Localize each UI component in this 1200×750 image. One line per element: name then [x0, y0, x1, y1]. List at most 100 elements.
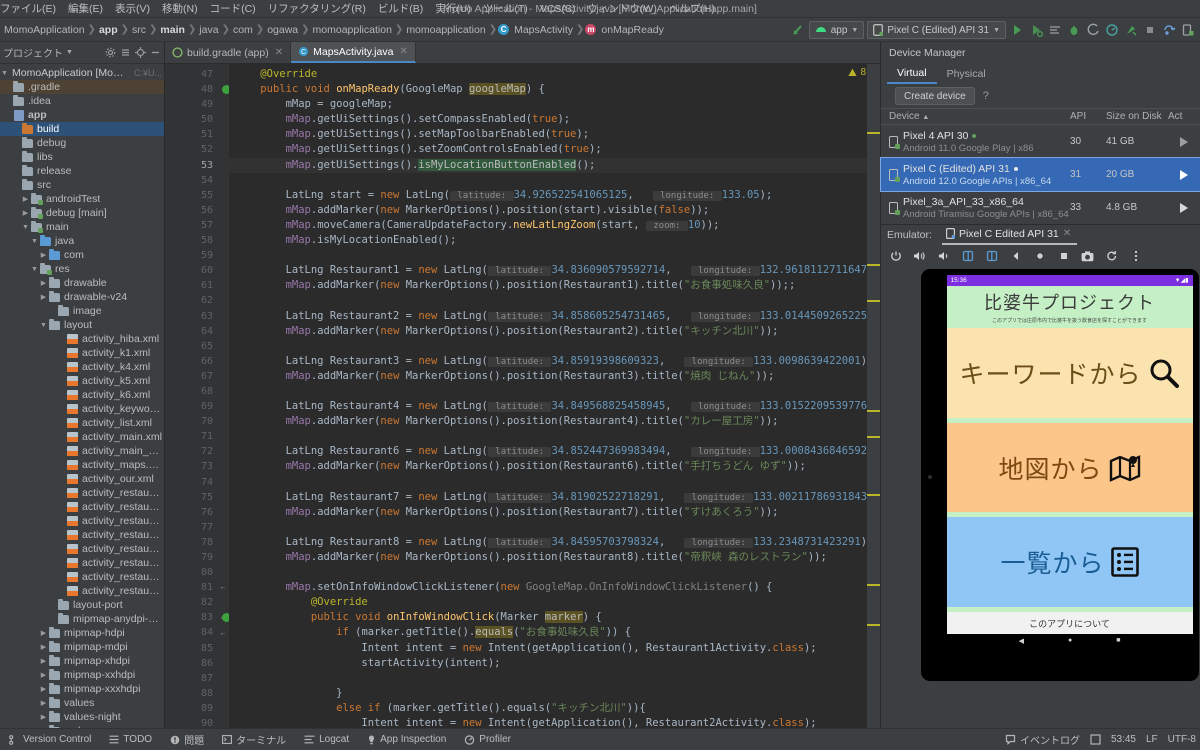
tree-item-mipmap-hdpi[interactable]: ▶ mipmap-hdpi: [0, 626, 164, 640]
recents-icon[interactable]: ■: [1116, 637, 1120, 644]
home-icon[interactable]: ●: [1068, 637, 1072, 644]
statusbar-問題[interactable]: 問題: [161, 732, 213, 747]
rotate-left-icon[interactable]: [961, 250, 974, 263]
breadcrumb-item-main[interactable]: main: [158, 24, 187, 36]
menu-item-3[interactable]: 移動(N): [156, 0, 204, 18]
tree-item-activity_maps.xml[interactable]: activity_maps.xml: [0, 458, 164, 472]
attach-debugger-icon[interactable]: [1085, 22, 1101, 38]
device-selector[interactable]: Pixel C (Edited) API 31 ▼: [867, 21, 1006, 39]
home-icon[interactable]: [1033, 250, 1046, 263]
device-launch-button[interactable]: [1168, 136, 1200, 147]
tree-item-main[interactable]: ▼ main: [0, 220, 164, 234]
tree-item-activity_list.xml[interactable]: activity_list.xml: [0, 416, 164, 430]
column-header-device[interactable]: Device ▲: [889, 111, 1070, 122]
menu-item-6[interactable]: ビルド(B): [372, 0, 430, 18]
menu-item-2[interactable]: 表示(V): [109, 0, 156, 18]
column-header-api[interactable]: API: [1070, 111, 1106, 122]
tree-item-activity_restaurant4.xml[interactable]: activity_restaurant4.xml: [0, 528, 164, 542]
line-separator[interactable]: LF: [1146, 734, 1158, 745]
rotate-right-icon[interactable]: [985, 250, 998, 263]
device-manager-tab-Physical[interactable]: Physical: [937, 63, 996, 84]
tree-item-activity_main_maps.xml[interactable]: activity_main_maps.xml: [0, 444, 164, 458]
tree-item-mipmap-xxxhdpi[interactable]: ▶ mipmap-xxxhdpi: [0, 682, 164, 696]
tree-item-app[interactable]: app: [0, 108, 164, 122]
chevron-right-icon[interactable]: ▶: [39, 671, 48, 679]
breadcrumb-item-momoapplication[interactable]: momoapplication: [311, 24, 394, 36]
chevron-right-icon[interactable]: ▶: [39, 685, 48, 693]
create-device-button[interactable]: Create device: [895, 87, 975, 105]
device-row-1[interactable]: Pixel C (Edited) API 31 Android 12.0 Goog…: [880, 157, 1200, 192]
collapse-all-icon[interactable]: [120, 47, 131, 58]
tree-item-drawable-v24[interactable]: ▶ drawable-v24: [0, 290, 164, 304]
tree-item-drawable[interactable]: ▶ drawable: [0, 276, 164, 290]
chevron-down-icon[interactable]: ▼: [30, 266, 39, 273]
chevron-right-icon[interactable]: ▶: [39, 699, 48, 707]
breadcrumb-item-com[interactable]: com: [231, 24, 255, 36]
chevron-right-icon[interactable]: ▶: [39, 251, 48, 259]
tree-item-src[interactable]: src: [0, 178, 164, 192]
close-icon[interactable]: ✕: [1063, 228, 1071, 239]
tree-item-activity_keyword.xml[interactable]: activity_keyword.xml: [0, 402, 164, 416]
tree-item-res[interactable]: ▼ res: [0, 262, 164, 276]
chevron-right-icon[interactable]: ▶: [39, 713, 48, 721]
debug-icon[interactable]: [1066, 22, 1082, 38]
statusbar-Logcat[interactable]: Logcat: [295, 734, 358, 745]
breadcrumb-class[interactable]: C MapsActivity: [498, 24, 575, 36]
tree-item-activity_restaurant2.xml[interactable]: activity_restaurant2.xml: [0, 500, 164, 514]
device-list[interactable]: Pixel 4 API 30 Android 11.0 Google Play |…: [880, 125, 1200, 224]
device-manager-tab-Virtual[interactable]: Virtual: [887, 63, 937, 84]
list-search-button[interactable]: 一覧から: [946, 517, 1193, 608]
chevron-right-icon[interactable]: ▶: [21, 209, 30, 217]
app-inspection-icon[interactable]: [1123, 22, 1139, 38]
overview-icon[interactable]: [1057, 250, 1070, 263]
breadcrumb-item-MomoApplication[interactable]: MomoApplication: [2, 24, 87, 36]
tree-item-mipmap-mdpi[interactable]: ▶ mipmap-mdpi: [0, 640, 164, 654]
chevron-right-icon[interactable]: ▶: [39, 643, 48, 651]
device-row-0[interactable]: Pixel 4 API 30 Android 11.0 Google Play |…: [881, 125, 1200, 158]
menu-item-8[interactable]: ツール(T): [477, 0, 534, 18]
tree-item-activity_k4.xml[interactable]: activity_k4.xml: [0, 360, 164, 374]
editor-tab-bar[interactable]: build.gradle (app) ✕ C MapsActivity.java ✕: [165, 42, 880, 64]
tree-item-mipmap-xhdpi[interactable]: ▶ mipmap-xhdpi: [0, 654, 164, 668]
file-encoding[interactable]: UTF-8: [1168, 734, 1196, 745]
breadcrumb-item-java[interactable]: java: [197, 24, 220, 36]
project-tree[interactable]: ▼MomoApplication [Momo Application] C:¥U…: [0, 64, 164, 728]
editor-tab-build.gradle (app)[interactable]: build.gradle (app) ✕: [165, 42, 292, 63]
tree-item-activity_k6.xml[interactable]: activity_k6.xml: [0, 388, 164, 402]
tree-item-activity_restaurant8.xml[interactable]: activity_restaurant8.xml: [0, 584, 164, 598]
tree-item-debug[interactable]: debug: [0, 136, 164, 150]
menu-item-9[interactable]: VCS(S): [534, 0, 582, 18]
back-arrow-icon[interactable]: [790, 22, 806, 38]
help-icon[interactable]: ?: [983, 90, 989, 102]
tree-item-activity_hiba.xml[interactable]: activity_hiba.xml: [0, 332, 164, 346]
run-icon[interactable]: [1009, 22, 1025, 38]
breadcrumb-item-momoapplication[interactable]: momoapplication: [404, 24, 487, 36]
statusbar-Profiler[interactable]: Profiler: [455, 734, 520, 745]
map-search-button[interactable]: 地図から: [946, 422, 1193, 513]
code-text[interactable]: @Override public void onMapReady(GoogleM…: [229, 64, 867, 728]
chevron-right-icon[interactable]: ▶: [21, 195, 30, 203]
menu-item-5[interactable]: リファクタリング(R): [262, 0, 372, 18]
menu-item-7[interactable]: 実行(U): [429, 0, 477, 18]
statusbar-App Inspection[interactable]: App Inspection: [358, 734, 455, 745]
tree-item-activity_restaurant7.xml[interactable]: activity_restaurant7.xml: [0, 570, 164, 584]
device-screen[interactable]: 15:36 ▼◢▮ 比婆牛プロジェクト このアプリでは庄原市内で比婆牛を扱う飲食…: [946, 275, 1193, 647]
column-header-size[interactable]: Size on Disk: [1106, 111, 1168, 122]
tree-item-debug [main][interactable]: ▶ debug [main]: [0, 206, 164, 220]
about-app-button[interactable]: このアプリについて: [946, 612, 1193, 635]
tree-item-values[interactable]: ▶ values: [0, 696, 164, 710]
tree-item-activity_restaurant5.xml[interactable]: activity_restaurant5.xml: [0, 542, 164, 556]
device-manager-tabs[interactable]: Virtual Physical: [881, 63, 1200, 84]
statusbar-Version Control[interactable]: Version Control: [0, 734, 100, 745]
editor-tab-MapsActivity.java[interactable]: C MapsActivity.java ✕: [291, 42, 416, 63]
tree-item-activity_restaurant6.xml[interactable]: activity_restaurant6.xml: [0, 556, 164, 570]
tree-item-layout-port[interactable]: layout-port: [0, 598, 164, 612]
breadcrumb[interactable]: MomoApplication ❯ app ❯ src ❯ main ❯ java ❯ com ❯ og…: [0, 24, 666, 36]
tree-item-java[interactable]: ▼ java: [0, 234, 164, 248]
caret-position[interactable]: 53:45: [1111, 734, 1136, 745]
tool-window-bar[interactable]: Version Control TODO 問題 ターミナル Logcat App Insp…: [0, 732, 520, 747]
volume-down-icon[interactable]: [937, 250, 950, 263]
device-launch-button[interactable]: [1168, 202, 1200, 213]
device-launch-button[interactable]: [1168, 169, 1200, 180]
chevron-down-icon[interactable]: ▼: [66, 49, 73, 56]
